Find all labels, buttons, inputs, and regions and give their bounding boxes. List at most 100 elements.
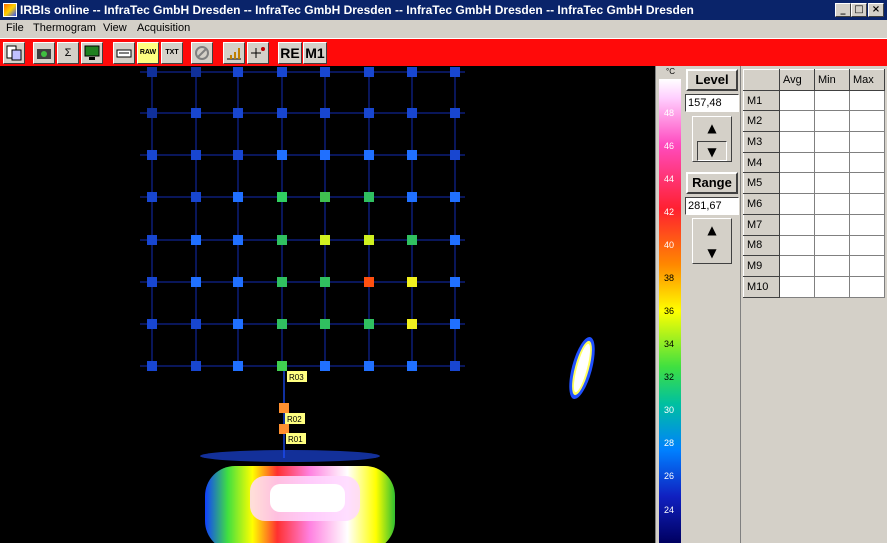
table-row[interactable]: M8 (743, 234, 885, 257)
grid-dot (407, 67, 417, 77)
tick-30: 30 (664, 405, 675, 415)
grid-dot (450, 319, 460, 329)
cell-min (814, 255, 850, 277)
grid-dot (233, 235, 243, 245)
row-label: M1 (743, 89, 780, 112)
crosshair-icon (251, 47, 265, 58)
level-up-arrow-icon[interactable]: ▲ (697, 118, 727, 138)
grid-dot (364, 235, 374, 245)
no-entry-icon (195, 46, 209, 60)
header-avg[interactable]: Avg (779, 69, 815, 91)
grid-dot (407, 192, 417, 202)
grid-dot (450, 108, 460, 118)
add-marker-button[interactable] (247, 42, 269, 64)
menu-acquisition[interactable]: Acquisition (137, 22, 190, 34)
cell-max (849, 213, 885, 236)
marker-r02-label: R02 (287, 415, 302, 424)
cell-min (814, 151, 850, 174)
table-row[interactable]: M6 (743, 193, 885, 215)
grid-dot (233, 361, 243, 371)
grid-dot (320, 150, 330, 160)
grid-dot (407, 150, 417, 160)
monitor-button[interactable] (81, 42, 103, 64)
re-button[interactable]: RE (278, 42, 302, 64)
row-label: M5 (743, 172, 780, 195)
m1-button[interactable]: M1 (303, 42, 327, 64)
cell-min (814, 234, 850, 257)
camera-button[interactable] (33, 42, 55, 64)
cell-avg (779, 193, 815, 215)
grid-dot (233, 150, 243, 160)
table-row[interactable]: M10 (743, 275, 885, 298)
tick-44: 44 (664, 174, 675, 184)
marker-r01[interactable]: R01 (286, 433, 306, 444)
color-scale: °C 48 46 44 42 40 38 36 34 32 30 28 26 2… (655, 66, 684, 543)
app-icon (3, 3, 17, 17)
marker-r01-label: R01 (288, 435, 303, 444)
grid-dot (450, 361, 460, 371)
table-row[interactable]: M5 (743, 172, 885, 195)
window-title: IRBIs online -- InfraTec GmbH Dresden --… (20, 3, 694, 17)
cell-min (814, 89, 850, 112)
minimize-button[interactable]: _ (835, 3, 851, 17)
keyboard-button[interactable] (113, 42, 135, 64)
grid-dot (147, 150, 157, 160)
cell-avg (779, 89, 815, 112)
grid-dot (407, 361, 417, 371)
table-row[interactable]: M2 (743, 110, 885, 133)
grid-dot (277, 150, 287, 160)
txt-button[interactable]: TXT (161, 42, 183, 64)
camera-icon (37, 49, 51, 59)
grid-dot (277, 192, 287, 202)
menu-file[interactable]: File (6, 22, 24, 34)
grid-dot (191, 150, 201, 160)
thermogram-view[interactable]: R03 R02 R01 (0, 66, 655, 543)
table-row[interactable]: M9 (743, 255, 885, 277)
tick-26: 26 (664, 471, 675, 481)
open-file-button[interactable] (3, 42, 25, 64)
cell-avg (779, 275, 815, 298)
irbis-window: IRBIs online -- InfraTec GmbH Dresden --… (0, 0, 887, 543)
grid-dot (320, 192, 330, 202)
histogram-button[interactable] (223, 42, 245, 64)
no-entry-button[interactable] (191, 42, 213, 64)
header-min[interactable]: Min (814, 69, 850, 91)
range-down-arrow-icon[interactable]: ▼ (697, 243, 727, 263)
level-button[interactable]: Level (686, 69, 738, 91)
range-button[interactable]: Range (686, 172, 738, 194)
grid-dot (277, 67, 287, 77)
table-row[interactable]: M1 (743, 89, 885, 112)
grid-dot (191, 192, 201, 202)
row-label: M10 (743, 275, 780, 298)
raw-button[interactable]: RAW (137, 42, 159, 64)
table-row[interactable]: M3 (743, 131, 885, 153)
tick-38: 38 (664, 273, 675, 283)
level-down-arrow-icon[interactable]: ▼ (697, 141, 727, 161)
cell-max (849, 151, 885, 174)
grid-dot (320, 319, 330, 329)
close-button[interactable]: × (868, 3, 884, 17)
sum-button[interactable]: Σ (57, 42, 79, 64)
header-max[interactable]: Max (849, 69, 885, 91)
grid-dot (147, 67, 157, 77)
grid-dot (450, 67, 460, 77)
table-row[interactable]: M7 (743, 213, 885, 236)
grid-dot (364, 67, 374, 77)
color-scale-unit: °C (666, 67, 675, 76)
grid-dot (191, 319, 201, 329)
grid-dot (147, 235, 157, 245)
marker-r02[interactable]: R02 (285, 413, 305, 424)
range-up-arrow-icon[interactable]: ▲ (697, 220, 727, 240)
marker-r03[interactable]: R03 (287, 371, 307, 382)
menu-thermogram[interactable]: Thermogram (33, 22, 96, 34)
grid-dot (450, 277, 460, 287)
level-value-field[interactable]: 157,48 (685, 94, 739, 112)
table-row[interactable]: M4 (743, 151, 885, 174)
sum-icon: Σ (64, 47, 72, 59)
maximize-button[interactable]: □ (851, 3, 867, 17)
tick-32: 32 (664, 372, 675, 382)
row-label: M7 (743, 213, 780, 236)
menu-view[interactable]: View (103, 22, 127, 34)
range-value-field[interactable]: 281,67 (685, 197, 739, 215)
cell-max (849, 110, 885, 133)
